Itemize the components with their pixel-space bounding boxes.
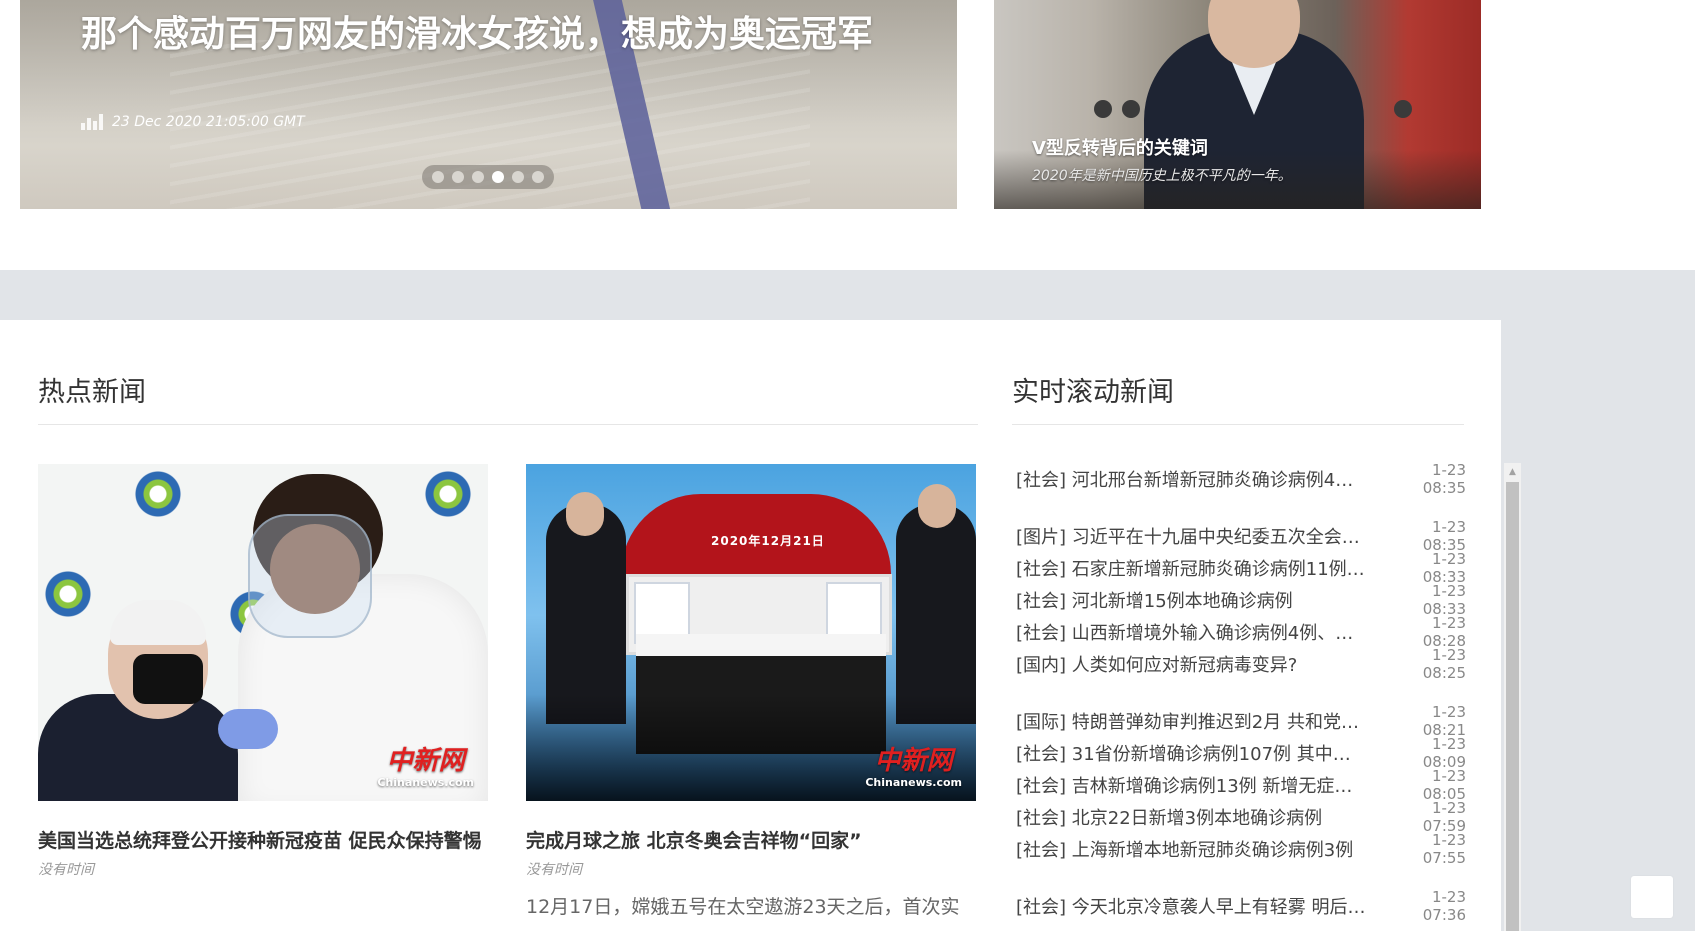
watermark-site: Chinanews.com <box>377 776 474 789</box>
photo-person <box>896 504 976 724</box>
hot-news-divider <box>38 424 978 425</box>
chinanews-watermark: 中新网 Chinanews.com <box>865 746 962 789</box>
hero-carousel[interactable]: 那个感动百万网友的滑冰女孩说，想成为奥运冠军 23 Dec 2020 21:05… <box>20 0 957 209</box>
news-card[interactable]: 2020年12月21日 中新网 Chinanews.com 完成月球之旅 北京冬… <box>526 464 976 921</box>
photo-person <box>546 504 626 724</box>
realtime-news-divider <box>1012 424 1464 425</box>
realtime-news-text[interactable]: [社会] 31省份新增确诊病例107例 其中本土病例94例 <box>1016 740 1366 766</box>
realtime-news-time: 1-23 08:21 <box>1422 703 1466 739</box>
realtime-news-item[interactable]: [图片] 习近平在十九届中央纪委五次全会上发表重要讲话 1-23 08:35 <box>1016 518 1466 554</box>
realtime-news-text[interactable]: [社会] 上海新增本地新冠肺炎确诊病例3例 <box>1016 836 1366 862</box>
realtime-news-time: 1-23 08:35 <box>1422 461 1466 497</box>
realtime-news-item[interactable]: [社会] 石家庄新增新冠肺炎确诊病例11例 无症状感染者 1-23 08:33 <box>1016 550 1466 586</box>
microphone-icon <box>1394 100 1412 118</box>
realtime-news-text[interactable]: [社会] 北京22日新增3例本地确诊病例 <box>1016 804 1366 830</box>
realtime-news-time: 1-23 08:35 <box>1422 518 1466 554</box>
realtime-news-time: 1-23 08:28 <box>1422 614 1466 650</box>
feature-subtitle: 2020年是新中国历史上极不平凡的一年。 <box>1032 168 1292 184</box>
realtime-scrollbar[interactable]: ▲ <box>1504 463 1521 931</box>
carousel-dot-1[interactable] <box>432 171 444 183</box>
realtime-news-time: 1-23 08:25 <box>1422 646 1466 682</box>
realtime-news-text[interactable]: [图片] 习近平在十九届中央纪委五次全会上发表重要讲话 <box>1016 523 1366 549</box>
wall-logo-icon <box>128 464 188 524</box>
news-title[interactable]: 美国当选总统拜登公开接种新冠疫苗 促民众保持警惕 <box>38 827 488 855</box>
realtime-news-item[interactable]: [国内] 人类如何应对新冠病毒变异? 1-23 08:25 <box>1016 646 1466 682</box>
realtime-news-item[interactable]: [社会] 31省份新增确诊病例107例 其中本土病例94例 1-23 08:09 <box>1016 735 1466 771</box>
news-card[interactable]: 中新网 Chinanews.com 美国当选总统拜登公开接种新冠疫苗 促民众保持… <box>38 464 488 879</box>
news-meta: 没有时间 <box>526 862 582 878</box>
realtime-news-item[interactable]: [社会] 山西新增境外输入确诊病例4例、无症状感染者 1-23 08:28 <box>1016 614 1466 650</box>
realtime-news-item[interactable]: [社会] 北京22日新增3例本地确诊病例 1-23 07:59 <box>1016 799 1466 835</box>
hero-meta: 23 Dec 2020 21:05:00 GMT <box>81 114 305 130</box>
hero-title[interactable]: 那个感动百万网友的滑冰女孩说，想成为奥运冠军 <box>81 12 881 58</box>
realtime-news-item[interactable]: [社会] 上海新增本地新冠肺炎确诊病例3例 1-23 07:55 <box>1016 831 1466 867</box>
carousel-dot-2[interactable] <box>452 171 464 183</box>
wall-logo-icon <box>418 464 478 524</box>
bar-chart-icon <box>81 114 103 130</box>
news-summary: 12月17日，嫦娥五号在太空遨游23天之后，首次实 <box>526 896 960 918</box>
wall-logo-icon <box>38 564 98 624</box>
realtime-news-item[interactable]: [社会] 吉林新增确诊病例13例 新增无症状感染者 1-23 08:05 <box>1016 767 1466 803</box>
realtime-news-heading: 实时滚动新闻 <box>1012 377 1174 408</box>
realtime-news-text[interactable]: [国际] 特朗普弹劾审判推迟到2月 共和党人寻求时间 <box>1016 708 1366 734</box>
hot-news-heading: 热点新闻 <box>38 377 146 408</box>
feature-card[interactable]: V型反转背后的关键词 2020年是新中国历史上极不平凡的一年。 <box>994 0 1481 209</box>
photo-person-hair <box>110 600 206 645</box>
realtime-news-time: 1-23 07:36 <box>1422 888 1466 924</box>
microphone-icon <box>1094 100 1112 118</box>
carousel-dots <box>422 165 554 189</box>
news-image[interactable]: 2020年12月21日 中新网 Chinanews.com <box>526 464 976 801</box>
back-to-top-button[interactable] <box>1631 876 1673 918</box>
microphone-icon <box>1122 100 1140 118</box>
photo-face-shield <box>248 514 372 638</box>
realtime-news-text[interactable]: [国内] 人类如何应对新冠病毒变异? <box>1016 651 1366 677</box>
photo-person-head <box>918 484 956 528</box>
news-title[interactable]: 完成月球之旅 北京冬奥会吉祥物“回家” <box>526 827 976 855</box>
watermark-logo: 中新网 <box>386 746 465 776</box>
carousel-dot-6[interactable] <box>532 171 544 183</box>
carousel-dot-4[interactable] <box>492 171 504 183</box>
realtime-news-text[interactable]: [社会] 河北新增15例本地确诊病例 <box>1016 587 1366 613</box>
realtime-news-text[interactable]: [社会] 吉林新增确诊病例13例 新增无症状感染者 <box>1016 772 1366 798</box>
photo-person-head <box>566 492 604 536</box>
realtime-news-item[interactable]: [国际] 特朗普弹劾审判推迟到2月 共和党人寻求时间 1-23 08:21 <box>1016 703 1466 739</box>
realtime-news-text[interactable]: [社会] 石家庄新增新冠肺炎确诊病例11例 无症状感染者 <box>1016 555 1366 581</box>
realtime-news-text[interactable]: [社会] 今天北京冷意袭人早上有轻雾 明后天气温回升 <box>1016 893 1366 919</box>
photo-glove <box>218 709 278 749</box>
watermark-site: Chinanews.com <box>865 776 962 789</box>
news-meta: 没有时间 <box>38 862 94 878</box>
realtime-news-item[interactable]: [社会] 河北新增15例本地确诊病例 1-23 08:33 <box>1016 582 1466 618</box>
scrollbar-thumb[interactable] <box>1506 482 1519 931</box>
realtime-news-text[interactable]: [社会] 山西新增境外输入确诊病例4例、无症状感染者 <box>1016 619 1366 645</box>
realtime-news-time: 1-23 07:55 <box>1422 831 1466 867</box>
realtime-news-time: 1-23 07:59 <box>1422 799 1466 835</box>
photo-mask <box>133 654 203 704</box>
feature-title[interactable]: V型反转背后的关键词 <box>1032 134 1208 160</box>
realtime-news-time: 1-23 08:33 <box>1422 550 1466 586</box>
scroll-up-arrow-icon[interactable]: ▲ <box>1504 463 1521 480</box>
realtime-news-time: 1-23 08:09 <box>1422 735 1466 771</box>
carousel-dot-3[interactable] <box>472 171 484 183</box>
realtime-news-time: 1-23 08:05 <box>1422 767 1466 803</box>
chinanews-watermark: 中新网 Chinanews.com <box>377 746 474 789</box>
hero-date: 23 Dec 2020 21:05:00 GMT <box>112 114 305 130</box>
realtime-news-time: 1-23 08:33 <box>1422 582 1466 618</box>
photo-date-text: 2020年12月21日 <box>711 534 825 548</box>
realtime-news-text[interactable]: [社会] 河北邢台新增新冠肺炎确诊病例4例 详情公布 <box>1016 466 1366 492</box>
carousel-dot-5[interactable] <box>512 171 524 183</box>
realtime-news-item[interactable]: [社会] 今天北京冷意袭人早上有轻雾 明后天气温回升 1-23 07:36 <box>1016 888 1466 924</box>
news-image[interactable]: 中新网 Chinanews.com <box>38 464 488 801</box>
watermark-logo: 中新网 <box>874 746 953 776</box>
realtime-news-item[interactable]: [社会] 河北邢台新增新冠肺炎确诊病例4例 详情公布 1-23 08:35 <box>1016 461 1466 497</box>
